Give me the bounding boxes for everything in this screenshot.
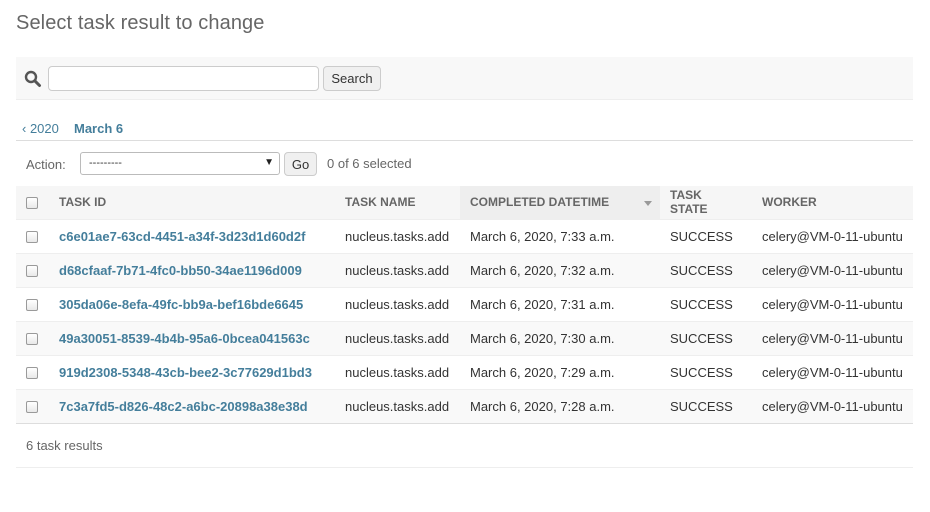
state-cell: SUCCESS — [660, 253, 752, 288]
row-checkbox[interactable] — [26, 265, 38, 278]
column-header-worker[interactable]: Worker — [752, 186, 913, 220]
result-list-table: Task ID Task name Completed datetime Tas… — [16, 186, 913, 424]
task-id-link[interactable]: 305da06e-8efa-49fc-bb9a-bef16bde6645 — [59, 297, 303, 312]
go-button[interactable]: Go — [284, 152, 317, 176]
date-hierarchy: ‹ 2020 March 6 — [16, 118, 913, 141]
task-name-cell: nucleus.tasks.add — [335, 355, 460, 390]
table-row: 7c3a7fd5-d826-48c2-a6bc-20898a38e38d nuc… — [16, 389, 913, 424]
action-select-value: --------- — [89, 157, 122, 169]
task-id-cell: d68cfaaf-7b71-4fc0-bb50-34ae1196d009 — [49, 253, 335, 288]
table-header-row: Task ID Task name Completed datetime Tas… — [16, 186, 913, 220]
worker-cell: celery@VM-0-11-ubuntu — [752, 219, 913, 254]
worker-cell: celery@VM-0-11-ubuntu — [752, 287, 913, 322]
table-row: 305da06e-8efa-49fc-bb9a-bef16bde6645 nuc… — [16, 287, 913, 322]
paginator: 6 task results — [16, 424, 913, 468]
worker-cell: celery@VM-0-11-ubuntu — [752, 355, 913, 390]
select-all-checkbox[interactable] — [26, 197, 38, 210]
table-row: 919d2308-5348-43cb-bee2-3c77629d1bd3 nuc… — [16, 355, 913, 390]
task-name-cell: nucleus.tasks.add — [335, 219, 460, 254]
column-header-label: Completed datetime — [470, 195, 610, 210]
completed-cell: March 6, 2020, 7:31 a.m. — [460, 287, 660, 322]
worker-cell: celery@VM-0-11-ubuntu — [752, 389, 913, 424]
task-name-cell: nucleus.tasks.add — [335, 253, 460, 288]
row-checkbox[interactable] — [26, 367, 38, 380]
task-id-cell: 305da06e-8efa-49fc-bb9a-bef16bde6645 — [49, 287, 335, 322]
task-id-link[interactable]: d68cfaaf-7b71-4fc0-bb50-34ae1196d009 — [59, 263, 302, 278]
worker-cell: celery@VM-0-11-ubuntu — [752, 321, 913, 356]
search-icon — [24, 70, 41, 87]
task-id-cell: 7c3a7fd5-d826-48c2-a6bc-20898a38e38d — [49, 389, 335, 424]
date-back-link[interactable]: ‹ 2020 — [22, 121, 59, 136]
task-id-link[interactable]: 49a30051-8539-4b4b-95a6-0bcea041563c — [59, 331, 310, 346]
page-title: Select task result to change — [16, 12, 265, 34]
row-checkbox[interactable] — [26, 299, 38, 312]
row-select-cell — [16, 389, 49, 424]
actions-bar: Action: --------- ▼ Go 0 of 6 selected — [16, 150, 913, 178]
selection-counter: 0 of 6 selected — [327, 156, 412, 171]
row-select-cell — [16, 253, 49, 288]
state-cell: SUCCESS — [660, 389, 752, 424]
search-button[interactable]: Search — [323, 66, 381, 91]
column-header-task-state[interactable]: Task state — [660, 186, 752, 220]
task-id-link[interactable]: 7c3a7fd5-d826-48c2-a6bc-20898a38e38d — [59, 399, 308, 414]
table-row: d68cfaaf-7b71-4fc0-bb50-34ae1196d009 nuc… — [16, 253, 913, 288]
task-id-link[interactable]: c6e01ae7-63cd-4451-a34f-3d23d1d60d2f — [59, 229, 305, 244]
sort-descending-icon[interactable] — [644, 201, 652, 206]
completed-cell: March 6, 2020, 7:29 a.m. — [460, 355, 660, 390]
completed-cell: March 6, 2020, 7:33 a.m. — [460, 219, 660, 254]
task-name-cell: nucleus.tasks.add — [335, 389, 460, 424]
state-cell: SUCCESS — [660, 321, 752, 356]
row-select-cell — [16, 219, 49, 254]
table-row: c6e01ae7-63cd-4451-a34f-3d23d1d60d2f nuc… — [16, 219, 913, 254]
state-cell: SUCCESS — [660, 355, 752, 390]
task-id-cell: 919d2308-5348-43cb-bee2-3c77629d1bd3 — [49, 355, 335, 390]
completed-cell: March 6, 2020, 7:30 a.m. — [460, 321, 660, 356]
row-checkbox[interactable] — [26, 401, 38, 414]
date-current[interactable]: March 6 — [74, 121, 123, 136]
completed-cell: March 6, 2020, 7:32 a.m. — [460, 253, 660, 288]
row-checkbox[interactable] — [26, 231, 38, 244]
result-count: 6 task results — [26, 438, 103, 453]
chevron-down-icon: ▼ — [264, 157, 274, 168]
select-all-cell — [16, 186, 49, 220]
search-toolbar: Search — [16, 57, 913, 100]
task-name-cell: nucleus.tasks.add — [335, 287, 460, 322]
search-input[interactable] — [48, 66, 319, 91]
row-select-cell — [16, 355, 49, 390]
task-id-cell: 49a30051-8539-4b4b-95a6-0bcea041563c — [49, 321, 335, 356]
row-checkbox[interactable] — [26, 333, 38, 346]
column-header-completed-datetime[interactable]: Completed datetime — [460, 186, 660, 220]
action-label: Action: — [26, 157, 66, 172]
column-header-task-name[interactable]: Task name — [335, 186, 460, 220]
row-select-cell — [16, 287, 49, 322]
task-name-cell: nucleus.tasks.add — [335, 321, 460, 356]
task-id-link[interactable]: 919d2308-5348-43cb-bee2-3c77629d1bd3 — [59, 365, 312, 380]
column-header-task-id[interactable]: Task ID — [49, 186, 335, 220]
table-row: 49a30051-8539-4b4b-95a6-0bcea041563c nuc… — [16, 321, 913, 356]
state-cell: SUCCESS — [660, 219, 752, 254]
action-select[interactable]: --------- ▼ — [80, 152, 280, 175]
worker-cell: celery@VM-0-11-ubuntu — [752, 253, 913, 288]
state-cell: SUCCESS — [660, 287, 752, 322]
row-select-cell — [16, 321, 49, 356]
completed-cell: March 6, 2020, 7:28 a.m. — [460, 389, 660, 424]
task-id-cell: c6e01ae7-63cd-4451-a34f-3d23d1d60d2f — [49, 219, 335, 254]
